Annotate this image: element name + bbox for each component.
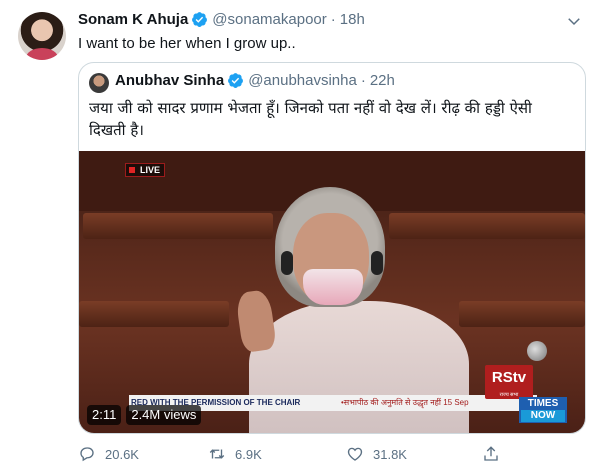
retweet-count: 6.9K: [235, 446, 262, 462]
tweet-header: Sonam K Ahuja @sonamakapoor · 18h: [78, 11, 365, 28]
verified-badge-icon: [228, 73, 244, 88]
retweet-button[interactable]: 6.9K: [208, 445, 262, 463]
retweet-icon: [209, 449, 225, 459]
headphone: [371, 251, 383, 275]
banner-text-right: •सभापीठ की अनुमति से उद्धृत नहीं 15 Sep: [341, 398, 469, 407]
action-bar: 20.6K 6.9K 31.8K: [70, 445, 520, 467]
network-logo-bottom: NOW: [521, 410, 565, 422]
channel-logo: RStv राज्य सभा: [485, 365, 533, 399]
video-overlay: 2:11 2.4M views: [87, 405, 202, 425]
share-icon: [484, 446, 498, 461]
reply-icon: [80, 447, 94, 462]
headphone: [281, 251, 293, 275]
bench: [389, 213, 585, 239]
network-logo: TIMES NOW: [519, 397, 567, 423]
avatar[interactable]: [18, 12, 66, 60]
timestamp[interactable]: 18h: [340, 11, 365, 28]
video-duration: 2:11: [87, 405, 122, 425]
network-logo-top: TIMES: [527, 398, 559, 409]
like-count: 31.8K: [373, 446, 407, 462]
separator: ·: [360, 72, 366, 89]
channel-logo-text: RStv: [491, 369, 527, 386]
tweet-text: I want to be her when I grow up..: [78, 35, 296, 52]
raised-hand: [234, 288, 278, 354]
reply-button[interactable]: 20.6K: [78, 445, 139, 463]
face-mask: [303, 269, 363, 305]
quoted-tweet-text: जया जी को सादर प्रणाम भेजता हूँ। जिनको प…: [89, 99, 532, 139]
author-name[interactable]: Sonam K Ahuja: [78, 11, 188, 28]
quoted-author-handle[interactable]: @anubhavsinha: [248, 72, 357, 89]
bench: [83, 213, 273, 239]
author-handle[interactable]: @sonamakapoor: [212, 11, 326, 28]
video-player[interactable]: LIVE RED WITH THE PERMISSION OF THE CHAI…: [79, 151, 585, 433]
quoted-author-name[interactable]: Anubhav Sinha: [115, 72, 224, 89]
share-button[interactable]: [482, 445, 509, 463]
verified-badge-icon: [192, 12, 208, 27]
person-body: [249, 301, 469, 433]
reply-count: 20.6K: [105, 446, 139, 462]
quoted-avatar[interactable]: [89, 73, 109, 93]
like-button[interactable]: 31.8K: [346, 445, 407, 463]
chevron-down-icon[interactable]: [565, 12, 583, 30]
microphone: [527, 341, 547, 361]
bench: [79, 301, 229, 327]
heart-icon: [347, 447, 363, 461]
tweet[interactable]: Sonam K Ahuja @sonamakapoor · 18h I want…: [0, 0, 597, 469]
quoted-tweet[interactable]: Anubhav Sinha @anubhavsinha · 22h जया जी…: [78, 62, 586, 434]
separator: ·: [330, 11, 336, 28]
quoted-timestamp[interactable]: 22h: [370, 72, 395, 89]
live-badge: LIVE: [125, 163, 166, 177]
video-views: 2.4M views: [126, 405, 202, 425]
bench: [459, 301, 585, 327]
quoted-header: Anubhav Sinha @anubhavsinha · 22h: [115, 72, 395, 89]
